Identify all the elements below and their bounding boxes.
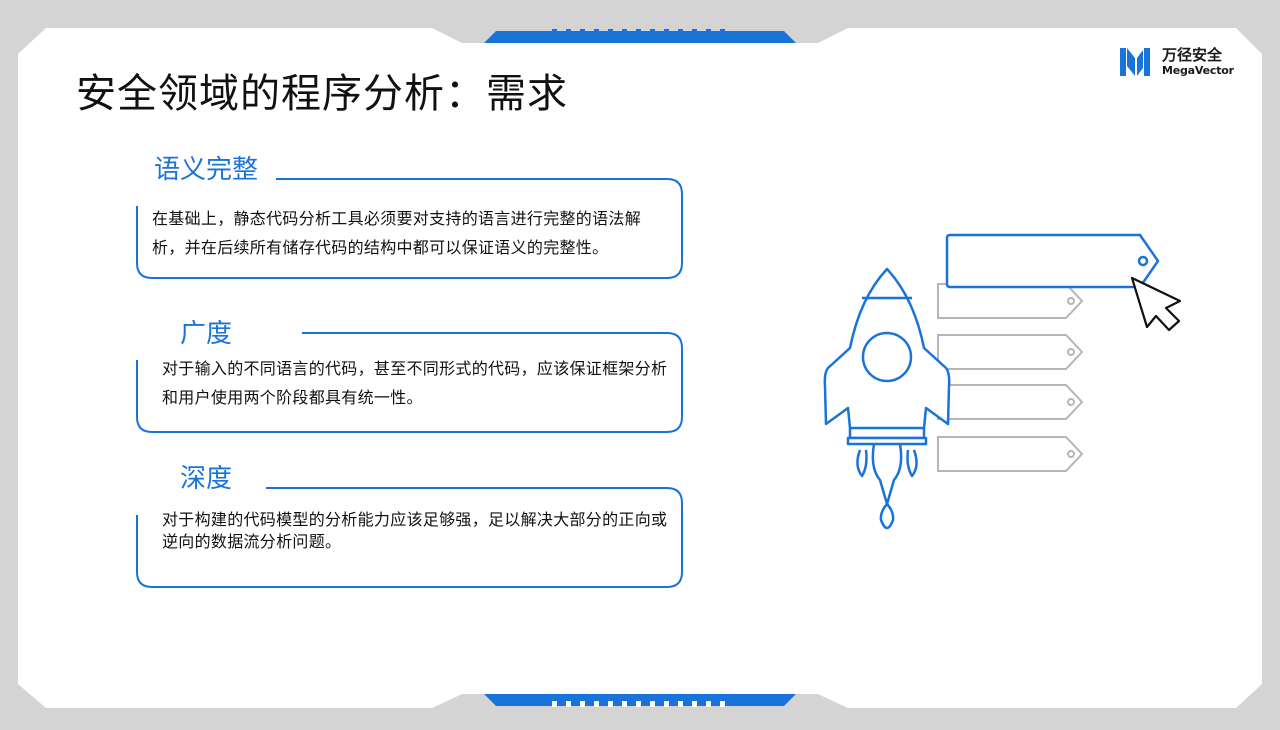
brand-logo: 万径安全 MegaVector — [1118, 46, 1243, 78]
requirement-description: 对于输入的不同语言的代码，甚至不同形式的代码，应该保证框架分析和用户使用两个阶段… — [162, 359, 668, 407]
requirement-card-semantic: 语义完整 在基础上，静态代码分析工具必须要对支持的语言进行完整的语法解析，并在后… — [136, 155, 683, 279]
page-title: 安全领域的程序分析：需求 — [76, 71, 568, 117]
requirement-description: 对于构建的代码模型的分析能力应该足够强，足以解决大部分的正向或逆向的数据流分析问… — [162, 510, 668, 551]
rocket-icon — [823, 267, 951, 530]
requirement-description: 在基础上，静态代码分析工具必须要对支持的语言进行完整的语法解析，并在后续所有储存… — [152, 209, 642, 257]
requirement-title: 语义完整 — [154, 155, 259, 185]
logo-mark-icon — [1120, 48, 1150, 76]
tag-icon — [945, 233, 1160, 289]
requirement-title: 广度 — [180, 319, 233, 349]
requirement-card-breadth: 广度 对于输入的不同语言的代码，甚至不同形式的代码，应该保证框架分析和用户使用两… — [136, 319, 683, 433]
logo-name-cn: 万径安全 — [1162, 46, 1223, 64]
requirement-title: 深度 — [180, 464, 233, 494]
cursor-arrow-icon — [1130, 276, 1182, 332]
logo-name-en: MegaVector — [1162, 64, 1234, 77]
tag-icon — [937, 283, 1084, 472]
requirement-card-depth: 深度 对于构建的代码模型的分析能力应该足够强，足以解决大部分的正向或逆向的数据流… — [136, 464, 683, 588]
rocket-tags-illustration — [823, 233, 1182, 530]
